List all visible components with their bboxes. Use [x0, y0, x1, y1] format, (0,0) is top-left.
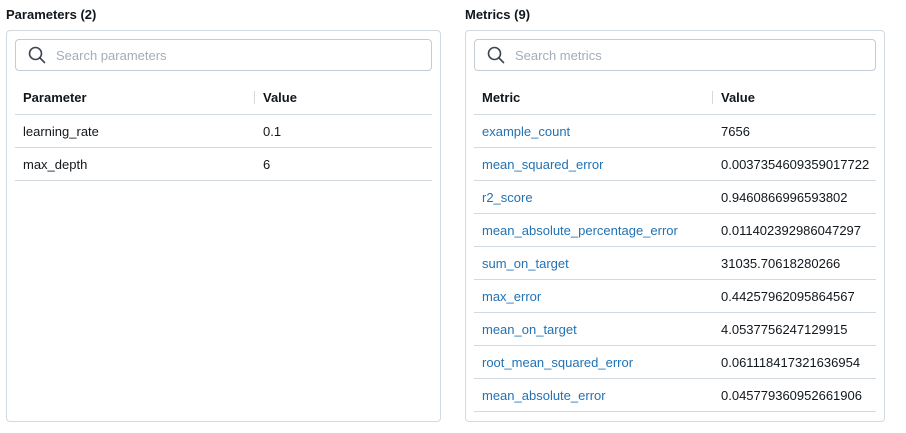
metrics-table: Metric Value example_count 7656 mean_squ…: [474, 80, 876, 412]
parameters-table: Parameter Value learning_rate 0.1 max_de…: [15, 80, 432, 181]
metric-link[interactable]: r2_score: [474, 190, 713, 205]
metric-value: 0.061118417321636954: [721, 354, 861, 370]
metric-link[interactable]: sum_on_target: [474, 256, 713, 271]
parameter-name: learning_rate: [23, 123, 99, 139]
metric-value: 7656: [721, 123, 750, 139]
metrics-section: Metrics (9) Metric Value example_count 7…: [465, 0, 885, 422]
metric-link[interactable]: mean_on_target: [474, 322, 713, 337]
parameters-panel: Parameter Value learning_rate 0.1 max_de…: [6, 30, 441, 422]
metric-value: 0.0037354609359017722: [721, 156, 870, 172]
table-row: max_error 0.44257962095864567: [474, 280, 876, 313]
metrics-search-input[interactable]: [515, 41, 875, 69]
column-header-metric[interactable]: Metric: [474, 90, 713, 105]
table-row: learning_rate 0.1: [15, 115, 432, 148]
table-row: sum_on_target 31035.70618280266: [474, 247, 876, 280]
metric-link[interactable]: mean_absolute_percentage_error: [474, 223, 713, 238]
column-header-value[interactable]: Value: [713, 90, 876, 105]
table-header-row: Parameter Value: [15, 80, 432, 115]
parameters-title: Parameters (2): [6, 7, 97, 22]
metrics-panel: Metric Value example_count 7656 mean_squ…: [465, 30, 885, 422]
metrics-search-box[interactable]: [474, 39, 876, 71]
metric-value: 0.9460866996593802: [721, 189, 848, 205]
metric-value: 31035.70618280266: [721, 255, 841, 271]
column-header-value[interactable]: Value: [255, 90, 432, 105]
table-row: mean_squared_error 0.0037354609359017722: [474, 148, 876, 181]
column-header-parameter[interactable]: Parameter: [15, 90, 255, 105]
metric-link[interactable]: mean_squared_error: [474, 157, 713, 172]
table-row: example_count 7656: [474, 115, 876, 148]
parameters-section: Parameters (2) Parameter Value learning_…: [6, 0, 441, 422]
metrics-title: Metrics (9): [465, 7, 531, 22]
metric-value: 0.045779360952661906: [721, 387, 862, 403]
search-icon: [28, 46, 46, 64]
metric-link[interactable]: mean_absolute_error: [474, 388, 713, 403]
search-icon: [487, 46, 505, 64]
metric-link[interactable]: example_count: [474, 124, 713, 139]
parameter-value: 6: [263, 156, 271, 172]
table-row: root_mean_squared_error 0.06111841732163…: [474, 346, 876, 379]
metric-value: 0.011402392986047297: [721, 222, 862, 238]
table-row: mean_absolute_percentage_error 0.0114023…: [474, 214, 876, 247]
metric-link[interactable]: root_mean_squared_error: [474, 355, 713, 370]
parameter-name: max_depth: [23, 156, 88, 172]
table-row: mean_absolute_error 0.045779360952661906: [474, 379, 876, 412]
table-row: max_depth 6: [15, 148, 432, 181]
parameters-search-box[interactable]: [15, 39, 432, 71]
table-header-row: Metric Value: [474, 80, 876, 115]
table-row: mean_on_target 4.0537756247129915: [474, 313, 876, 346]
metric-value: 0.44257962095864567: [721, 288, 855, 304]
metric-link[interactable]: max_error: [474, 289, 713, 304]
parameter-value: 0.1: [263, 123, 282, 139]
table-row: r2_score 0.9460866996593802: [474, 181, 876, 214]
metric-value: 4.0537756247129915: [721, 321, 848, 337]
parameters-search-input[interactable]: [56, 41, 431, 69]
